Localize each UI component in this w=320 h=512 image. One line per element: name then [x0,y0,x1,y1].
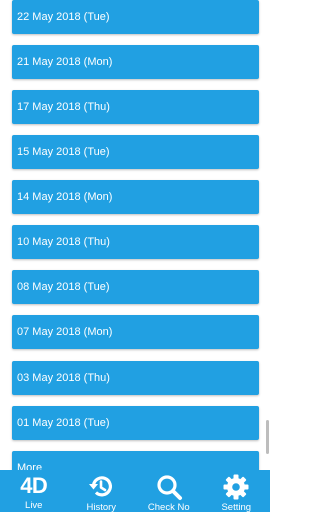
date-item[interactable]: 14 May 2018 (Mon) [12,180,259,214]
nav-item-live[interactable]: 4D Live [0,470,68,512]
scrollbar-thumb[interactable] [266,420,269,454]
search-icon [155,473,183,501]
date-item[interactable]: 15 May 2018 (Tue) [12,135,259,169]
history-date-list: 22 May 2018 (Tue) 21 May 2018 (Mon) 17 M… [0,0,270,470]
date-item[interactable]: 03 May 2018 (Thu) [12,361,259,395]
gear-icon [222,473,250,501]
nav-item-check-no[interactable]: Check No [135,470,203,512]
4d-logo-icon: 4D [20,473,48,499]
nav-label-live: Live [25,500,43,511]
nav-item-setting[interactable]: Setting [203,470,271,512]
more-button[interactable]: More [12,451,259,470]
4d-logo-text: 4D [20,473,48,498]
date-item[interactable]: 22 May 2018 (Tue) [12,0,259,34]
history-icon [87,473,115,501]
date-item[interactable]: 21 May 2018 (Mon) [12,45,259,79]
date-item[interactable]: 07 May 2018 (Mon) [12,315,259,349]
date-item[interactable]: 08 May 2018 (Tue) [12,270,259,304]
nav-label-history: History [86,502,117,512]
bottom-navigation: 4D Live History Check No Setting [0,470,270,512]
nav-label-check-no: Check No [147,502,190,512]
nav-label-setting: Setting [221,502,252,512]
date-item[interactable]: 17 May 2018 (Thu) [12,90,259,124]
nav-item-history[interactable]: History [68,470,136,512]
date-item[interactable]: 01 May 2018 (Tue) [12,406,259,440]
date-item[interactable]: 10 May 2018 (Thu) [12,225,259,259]
